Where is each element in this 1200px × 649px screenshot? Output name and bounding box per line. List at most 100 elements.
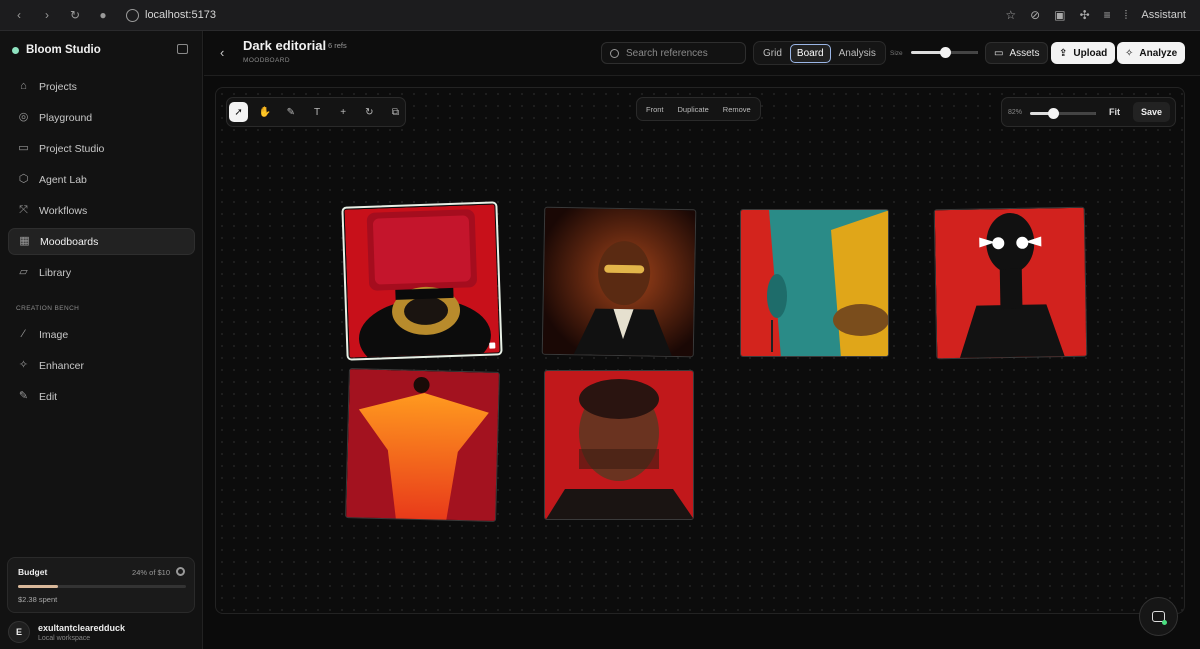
sparkle-icon: ✧ [18, 359, 29, 371]
view-switcher: Grid Board Analysis [753, 41, 886, 65]
collapse-sidebar-icon[interactable] [177, 44, 188, 54]
browser-toolbar: ‹ › ↻ ● localhost:5173 ☆ ⊘ ▣ ✣ ≡ ⦙ Assis… [0, 0, 1200, 31]
link-icon[interactable]: ⊘ [1030, 8, 1040, 22]
moodboard-image-teal-face[interactable] [740, 209, 889, 357]
puzzle-icon[interactable]: ✣ [1080, 8, 1090, 22]
assistant-button[interactable]: Assistant [1141, 9, 1186, 21]
sidebar-item-edit[interactable]: ✎ Edit [8, 383, 195, 410]
upload-icon: ⇪ [1059, 47, 1068, 59]
assets-button[interactable]: ▭ Assets [985, 42, 1049, 64]
back-arrow-icon[interactable]: ‹ [12, 8, 26, 22]
sidebar-item-workflows[interactable]: ⤧ Workflows [8, 197, 195, 224]
upload-button[interactable]: ⇪ Upload [1051, 42, 1116, 64]
search-icon [610, 48, 619, 58]
sidebar-item-label: Image [39, 328, 69, 341]
resize-handle[interactable] [489, 342, 496, 349]
duplicate-button[interactable]: Duplicate [673, 102, 714, 117]
sidebar-item-library[interactable]: ▱ Library [8, 259, 195, 286]
sparkle-icon: ✧ [1125, 47, 1134, 59]
reload-icon[interactable]: ↻ [68, 8, 82, 22]
plus-icon[interactable]: + [334, 102, 353, 122]
moodboard-image-white-eyes[interactable] [933, 206, 1088, 360]
sidebar: Bloom Studio ⌂ Projects ◎ Playground ▭ P… [0, 31, 203, 649]
extension-icon[interactable]: ▣ [1054, 8, 1065, 22]
sidebar-item-label: Enhancer [39, 359, 84, 372]
sidebar-item-enhancer[interactable]: ✧ Enhancer [8, 352, 195, 379]
zoom-slider[interactable] [1030, 108, 1096, 119]
star-icon[interactable]: ☆ [1005, 8, 1016, 22]
brand[interactable]: Bloom Studio [12, 44, 101, 56]
frame-icon[interactable]: ⧉ [386, 102, 405, 122]
analyze-button[interactable]: ✧ Analyze [1117, 42, 1186, 64]
fur-hat-photo [344, 204, 501, 359]
folder-icon: ▱ [19, 266, 28, 278]
url-text: localhost:5173 [145, 9, 216, 21]
sidebar-item-label: Projects [39, 80, 77, 93]
sidebar-item-label: Workflows [39, 204, 88, 217]
zoom-percent: 82% [1008, 109, 1023, 116]
fit-button[interactable]: Fit [1109, 107, 1120, 117]
text-icon[interactable]: T [307, 102, 326, 122]
size-slider[interactable] [911, 47, 978, 58]
page-title: Dark editorial [243, 38, 327, 53]
moodboard-canvas[interactable]: ➚ ✋ ✎ T + ↻ ⧉ Front Duplicate Remove 82%… [215, 87, 1185, 614]
tab-analysis[interactable]: Analysis [833, 45, 882, 62]
sidebar-item-agent-lab[interactable]: ⬡ Agent Lab [8, 166, 195, 193]
sidebar-item-image[interactable]: ⁄ Image [8, 321, 195, 348]
assets-label: Assets [1009, 47, 1040, 59]
sidebar-item-projects[interactable]: ⌂ Projects [8, 73, 195, 100]
moodboard-image-braids[interactable] [541, 206, 697, 358]
moodboard-image-orange-dress[interactable] [345, 368, 500, 522]
rotate-icon[interactable]: ↻ [360, 102, 379, 122]
sidebar-item-moodboards[interactable]: ▦ Moodboards [8, 228, 195, 255]
sidebar-item-label: Playground [39, 111, 93, 124]
note-icon[interactable]: ✎ [281, 102, 300, 122]
page-subtitle: MOODBOARD [243, 57, 290, 64]
tab-grid[interactable]: Grid [757, 45, 788, 62]
size-label: Size [890, 50, 903, 57]
address-bar[interactable]: localhost:5173 [126, 8, 216, 22]
home-icon: ⌂ [20, 80, 27, 92]
man-portrait-photo [545, 371, 693, 519]
hexagon-icon: ⬡ [18, 173, 29, 185]
brand-dot-icon [12, 46, 19, 54]
select-icon[interactable]: ➚ [229, 102, 249, 122]
selection-actions: Front Duplicate Remove [636, 97, 761, 121]
sidebar-item-project-studio[interactable]: ▭ Project Studio [8, 135, 195, 162]
budget-title: Budget [18, 567, 48, 577]
assistant-fab[interactable] [1139, 597, 1178, 636]
remove-button[interactable]: Remove [718, 102, 756, 117]
menu-lines-icon[interactable]: ≡ [1104, 8, 1111, 22]
forward-arrow-icon[interactable]: › [40, 8, 54, 22]
moodboard-image-man-portrait[interactable] [544, 370, 694, 520]
hand-icon[interactable]: ✋ [255, 102, 274, 122]
tab-board[interactable]: Board [789, 43, 831, 63]
microphone-icon[interactable]: ● [96, 8, 110, 22]
pleated-dress-photo [346, 369, 500, 522]
front-button[interactable]: Front [641, 102, 669, 117]
sidebar-nav: ⌂ Projects ◎ Playground ▭ Project Studio… [8, 73, 195, 290]
moodboard-image-fur-hat[interactable] [341, 201, 503, 361]
canvas-toolbar: ➚ ✋ ✎ T + ↻ ⧉ [226, 97, 406, 127]
size-slider-knob[interactable] [939, 47, 951, 58]
zoom-controls: 82% Fit Save [1001, 97, 1176, 127]
search-input[interactable] [626, 47, 736, 59]
audio-wave-icon[interactable]: ⦙ [1125, 8, 1128, 23]
section-label-creation-bench: CREATION BENCH [16, 305, 80, 312]
budget-card[interactable]: Budget 24% of $10 $2.38 spent [7, 557, 195, 613]
budget-spent: $2.38 spent [18, 595, 58, 604]
briefcase-icon: ▭ [18, 142, 29, 154]
workflow-icon: ⤧ [19, 204, 28, 216]
sidebar-item-playground[interactable]: ◎ Playground [8, 104, 195, 131]
zoom-slider-knob[interactable] [1048, 108, 1060, 119]
pencil-icon: ✎ [18, 390, 29, 402]
gear-icon[interactable] [176, 567, 185, 576]
back-chevron-icon[interactable]: ‹ [220, 45, 224, 60]
budget-progress-fill [18, 585, 59, 588]
user-profile[interactable]: E exultantclearedduck Local workspace [8, 621, 125, 643]
save-button[interactable]: Save [1133, 102, 1171, 122]
masked-figure-photo [934, 207, 1088, 360]
folder-icon: ▭ [994, 47, 1004, 59]
budget-progress-bar [18, 585, 186, 588]
search-box[interactable] [601, 42, 746, 64]
